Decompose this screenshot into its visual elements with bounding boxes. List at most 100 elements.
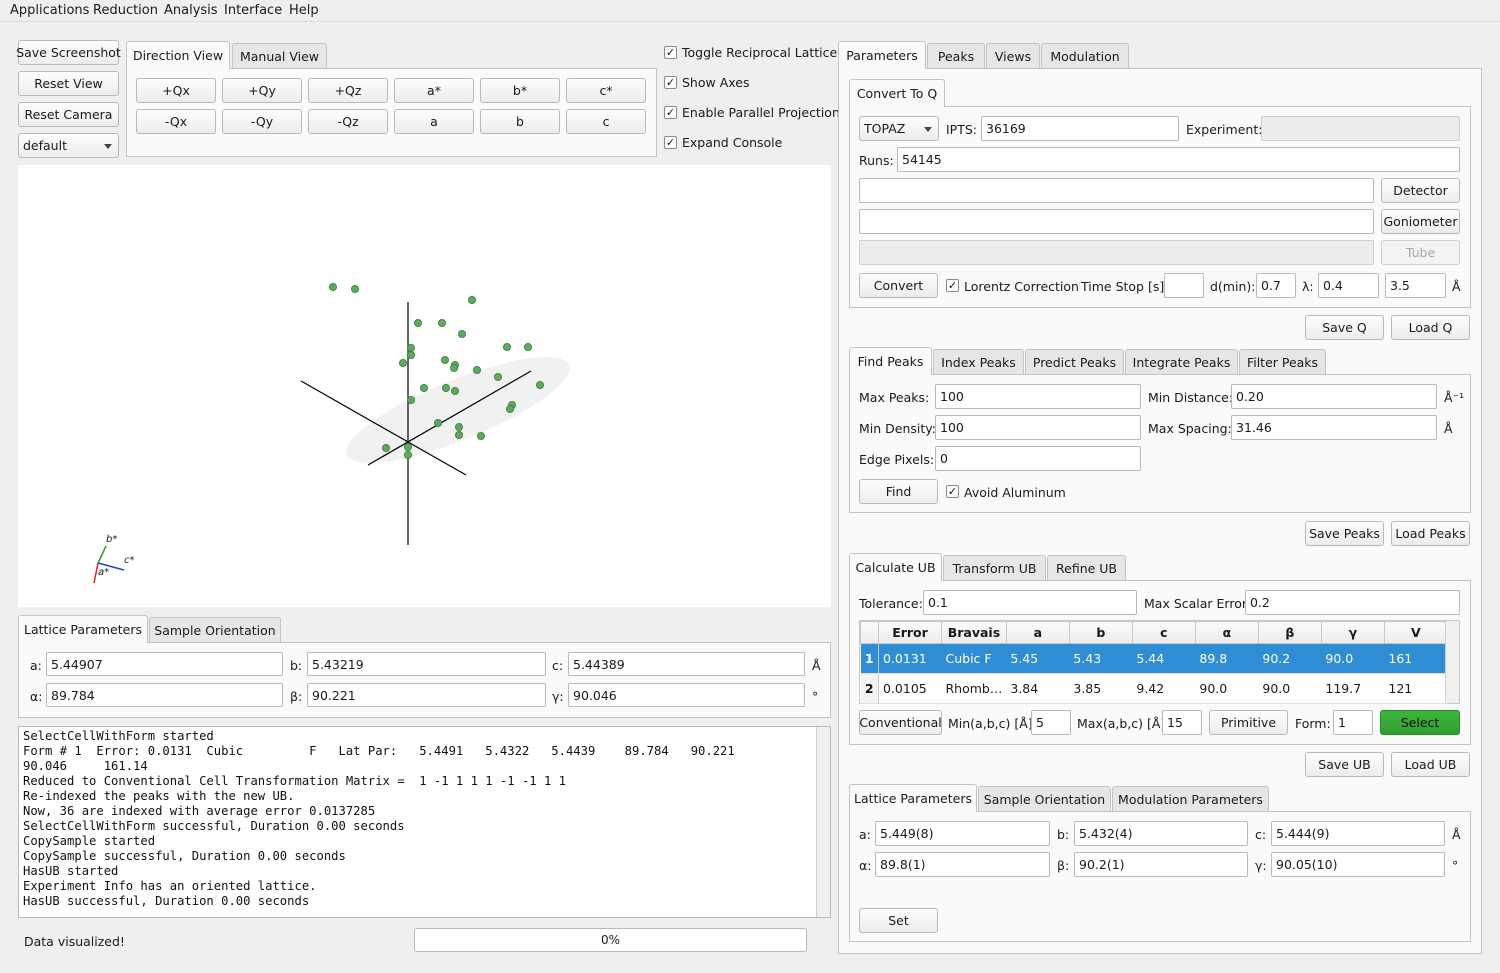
ub-b-field[interactable]: 5.432(4): [1074, 821, 1248, 846]
select-button[interactable]: Select: [1380, 710, 1460, 735]
ub-gamma-field[interactable]: 90.05(10): [1271, 852, 1445, 877]
tube-path-field[interactable]: [859, 240, 1374, 265]
goniometer-path-field[interactable]: [859, 209, 1374, 234]
primitive-button[interactable]: Primitive: [1209, 710, 1288, 735]
3d-viewport[interactable]: b* c* a*: [18, 165, 831, 607]
avoid-aluminum-checkbox[interactable]: ✓: [946, 485, 959, 498]
view-c-star-button[interactable]: c*: [566, 78, 646, 103]
ub-alpha-field[interactable]: 89.8(1): [875, 852, 1050, 877]
save-peaks-button[interactable]: Save Peaks: [1305, 521, 1384, 546]
view-a-star-button[interactable]: a*: [394, 78, 474, 103]
tab-modulation[interactable]: Modulation: [1041, 43, 1129, 69]
table-header[interactable]: α: [1194, 621, 1259, 644]
tab-ub-lattice-parameters[interactable]: Lattice Parameters: [849, 784, 977, 812]
menu-analysis[interactable]: Analysis: [164, 3, 218, 18]
convert-button[interactable]: Convert: [859, 273, 938, 298]
runs-field[interactable]: 54145: [897, 147, 1460, 172]
lattice-beta-field[interactable]: 90.221: [307, 683, 546, 707]
tab-index-peaks[interactable]: Index Peaks: [933, 349, 1024, 375]
table-header[interactable]: c: [1131, 621, 1196, 644]
view-a-button[interactable]: a: [394, 109, 474, 134]
conventional-button[interactable]: Conventional: [859, 710, 942, 735]
detector-path-field[interactable]: [859, 178, 1374, 203]
tab-modulation-parameters[interactable]: Modulation Parameters: [1112, 786, 1269, 812]
view-minus-qz-button[interactable]: -Qz: [308, 109, 388, 134]
view-b-button[interactable]: b: [480, 109, 560, 134]
toggle-reciprocal-lattice-checkbox[interactable]: ✓: [664, 46, 677, 59]
view-plus-qx-button[interactable]: +Qx: [136, 78, 216, 103]
min-abc-field[interactable]: 5: [1031, 710, 1071, 735]
min-density-field[interactable]: 100: [935, 415, 1141, 440]
save-q-button[interactable]: Save Q: [1305, 315, 1384, 340]
form-field[interactable]: 1: [1333, 710, 1373, 735]
load-peaks-button[interactable]: Load Peaks: [1391, 521, 1470, 546]
lambda-min-field[interactable]: 0.4: [1318, 273, 1379, 298]
table-header[interactable]: a: [1005, 621, 1070, 644]
tab-find-peaks[interactable]: Find Peaks: [849, 347, 932, 375]
find-button[interactable]: Find: [859, 479, 938, 504]
parallel-projection-checkbox[interactable]: ✓: [664, 106, 677, 119]
tab-refine-ub[interactable]: Refine UB: [1047, 555, 1126, 581]
max-abc-field[interactable]: 15: [1162, 710, 1202, 735]
load-ub-button[interactable]: Load UB: [1391, 752, 1470, 777]
view-b-star-button[interactable]: b*: [480, 78, 560, 103]
ipts-field[interactable]: 36169: [981, 116, 1179, 141]
lattice-b-field[interactable]: 5.43219: [307, 652, 546, 676]
detector-button[interactable]: Detector: [1381, 178, 1460, 203]
set-button[interactable]: Set: [859, 908, 938, 933]
console-output[interactable]: SelectCellWithForm started Form # 1 Erro…: [18, 726, 831, 918]
colormap-select[interactable]: default: [18, 133, 119, 158]
view-minus-qy-button[interactable]: -Qy: [222, 109, 302, 134]
instrument-select[interactable]: TOPAZ: [859, 116, 939, 141]
menu-reduction[interactable]: Reduction: [93, 3, 158, 18]
goniometer-button[interactable]: Goniometer: [1381, 209, 1460, 234]
ub-beta-field[interactable]: 90.2(1): [1074, 852, 1248, 877]
ub-a-field[interactable]: 5.449(8): [875, 821, 1050, 846]
menu-interface[interactable]: Interface: [224, 3, 282, 18]
menu-help[interactable]: Help: [289, 3, 319, 18]
expand-console-checkbox[interactable]: ✓: [664, 136, 677, 149]
lattice-alpha-field[interactable]: 89.784: [46, 683, 283, 707]
table-header[interactable]: Bravais: [941, 621, 1007, 644]
dmin-field[interactable]: 0.7: [1256, 273, 1296, 298]
max-peaks-field[interactable]: 100: [935, 384, 1141, 409]
menu-applications[interactable]: Applications: [10, 3, 89, 18]
load-q-button[interactable]: Load Q: [1391, 315, 1470, 340]
tab-manual-view[interactable]: Manual View: [232, 43, 327, 69]
save-ub-button[interactable]: Save UB: [1305, 752, 1384, 777]
tab-convert-to-q[interactable]: Convert To Q: [849, 79, 945, 107]
view-plus-qz-button[interactable]: +Qz: [308, 78, 388, 103]
save-screenshot-button[interactable]: Save Screenshot: [16, 40, 121, 65]
view-plus-qy-button[interactable]: +Qy: [222, 78, 302, 103]
reset-view-button[interactable]: Reset View: [18, 71, 119, 96]
table-header[interactable]: b: [1068, 621, 1133, 644]
lattice-a-field[interactable]: 5.44907: [46, 652, 283, 676]
table-header[interactable]: β: [1257, 621, 1322, 644]
time-stop-field[interactable]: [1164, 273, 1204, 298]
table-header[interactable]: V: [1383, 621, 1448, 644]
tab-calculate-ub[interactable]: Calculate UB: [849, 553, 942, 581]
experiment-field[interactable]: [1261, 116, 1460, 141]
tab-peaks[interactable]: Peaks: [927, 43, 985, 69]
min-distance-field[interactable]: 0.20: [1231, 384, 1437, 409]
tab-predict-peaks[interactable]: Predict Peaks: [1025, 349, 1124, 375]
table-row[interactable]: 1 0.0131 Cubic F 5.45 5.43 5.44 89.8 90.…: [860, 643, 1448, 674]
tab-views[interactable]: Views: [986, 43, 1040, 69]
tube-button[interactable]: Tube: [1381, 240, 1460, 265]
tab-sample-orientation[interactable]: Sample Orientation: [149, 617, 281, 643]
view-minus-qx-button[interactable]: -Qx: [136, 109, 216, 134]
max-scalar-error-field[interactable]: 0.2: [1245, 590, 1460, 615]
table-scrollbar[interactable]: [1445, 621, 1459, 703]
max-spacing-field[interactable]: 31.46: [1231, 415, 1437, 440]
reset-camera-button[interactable]: Reset Camera: [18, 102, 119, 127]
lorentz-correction-checkbox[interactable]: ✓: [946, 279, 959, 292]
table-header[interactable]: Error: [878, 621, 942, 644]
tab-integrate-peaks[interactable]: Integrate Peaks: [1125, 349, 1238, 375]
show-axes-checkbox[interactable]: ✓: [664, 76, 677, 89]
console-scrollbar[interactable]: [816, 727, 830, 917]
table-header[interactable]: γ: [1320, 621, 1385, 644]
tab-ub-sample-orientation[interactable]: Sample Orientation: [978, 786, 1111, 812]
ub-c-field[interactable]: 5.444(9): [1271, 821, 1445, 846]
lambda-max-field[interactable]: 3.5: [1385, 273, 1446, 298]
lattice-c-field[interactable]: 5.44389: [568, 652, 805, 676]
